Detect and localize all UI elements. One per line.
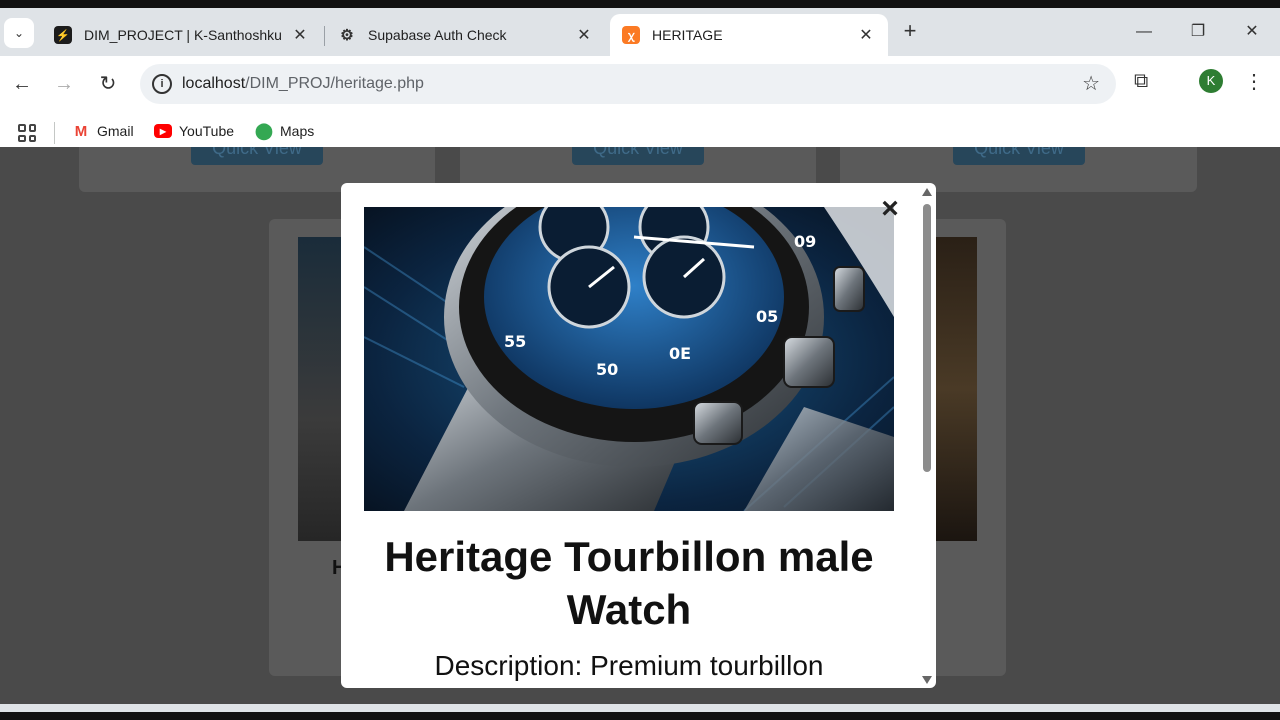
- openai-icon: ⚙: [340, 27, 354, 44]
- restore-button[interactable]: ❐: [1178, 18, 1218, 46]
- bookmark-label: YouTube: [179, 123, 235, 139]
- tab-title: HERITAGE: [652, 27, 723, 43]
- product-description: Description: Premium tourbillon: [434, 650, 824, 681]
- maps-icon: ⬤: [255, 123, 273, 140]
- extensions-icon[interactable]: ⧉: [1134, 70, 1148, 93]
- close-tab-icon[interactable]: ✕: [574, 25, 594, 45]
- browser-toolbar: ← → ↻ i localhost/DIM_PROJ/heritage.php …: [0, 56, 1280, 112]
- apps-grid-icon[interactable]: [18, 124, 36, 142]
- tab-supabase-auth-check[interactable]: ⚙ Supabase Auth Check ✕: [326, 14, 606, 56]
- quick-view-button[interactable]: Quick View: [953, 147, 1085, 165]
- quick-view-button[interactable]: Quick View: [572, 147, 704, 165]
- scroll-up-arrow-icon[interactable]: [922, 188, 932, 196]
- site-info-icon[interactable]: i: [152, 74, 172, 94]
- close-tab-icon[interactable]: ✕: [290, 25, 310, 45]
- forward-button[interactable]: →: [50, 70, 78, 98]
- url-text[interactable]: localhost/DIM_PROJ/heritage.php: [182, 75, 424, 93]
- tab-strip: ⌄ ⚡ DIM_PROJECT | K-Santhoshkumar ✕ ⚙ Su…: [0, 8, 1280, 56]
- bookmark-label: Gmail: [97, 123, 134, 139]
- close-tab-icon[interactable]: ✕: [856, 25, 876, 45]
- bookmark-gmail[interactable]: M Gmail: [72, 122, 134, 140]
- svg-text:0E: 0E: [669, 344, 691, 363]
- bookmark-youtube[interactable]: ▶ YouTube: [154, 123, 234, 139]
- bookmark-label: Maps: [280, 123, 315, 139]
- url-path: /DIM_PROJ/heritage.php: [245, 75, 424, 92]
- tab-dim-project[interactable]: ⚡ DIM_PROJECT | K-Santhoshkumar ✕: [42, 14, 322, 56]
- youtube-icon: ▶: [154, 124, 172, 138]
- svg-text:55: 55: [504, 332, 526, 351]
- tab-search-button[interactable]: ⌄: [4, 18, 34, 48]
- supabase-icon: ⚡: [54, 26, 72, 44]
- svg-text:05: 05: [756, 307, 778, 326]
- bookmark-star-icon[interactable]: ☆: [1082, 71, 1100, 96]
- browser-menu-icon[interactable]: ⋮: [1244, 69, 1264, 94]
- new-tab-button[interactable]: +: [898, 20, 922, 44]
- tab-separator: [324, 26, 325, 46]
- reload-button[interactable]: ↻: [94, 70, 122, 98]
- svg-text:50: 50: [596, 360, 618, 379]
- scroll-down-arrow-icon[interactable]: [922, 676, 932, 684]
- modal-scrollbar[interactable]: [920, 186, 934, 686]
- back-button[interactable]: ←: [8, 70, 36, 98]
- product-title: Heritage Tourbillon male Watch: [384, 533, 874, 633]
- address-bar[interactable]: i localhost/DIM_PROJ/heritage.php ☆: [140, 64, 1116, 104]
- watch-image: 55 50 0E 05 09: [364, 207, 894, 511]
- svg-text:09: 09: [794, 232, 816, 251]
- gmail-icon: M: [74, 122, 88, 140]
- url-host: localhost: [182, 75, 246, 92]
- profile-avatar[interactable]: K: [1199, 69, 1223, 93]
- bookmarks-separator: [54, 122, 55, 144]
- quick-view-button[interactable]: Quick View: [191, 147, 323, 165]
- close-window-button[interactable]: ✕: [1232, 18, 1272, 46]
- tab-heritage[interactable]: ꭓ HERITAGE ✕: [610, 14, 888, 56]
- scrollbar-thumb[interactable]: [923, 204, 931, 472]
- minimize-button[interactable]: —: [1124, 18, 1164, 46]
- bookmark-maps[interactable]: ⬤ Maps: [255, 123, 315, 140]
- tab-title: Supabase Auth Check: [368, 27, 507, 43]
- xampp-icon: ꭓ: [622, 26, 640, 44]
- tab-title: DIM_PROJECT | K-Santhoshkumar: [84, 27, 282, 43]
- modal-close-button[interactable]: ×: [878, 194, 902, 224]
